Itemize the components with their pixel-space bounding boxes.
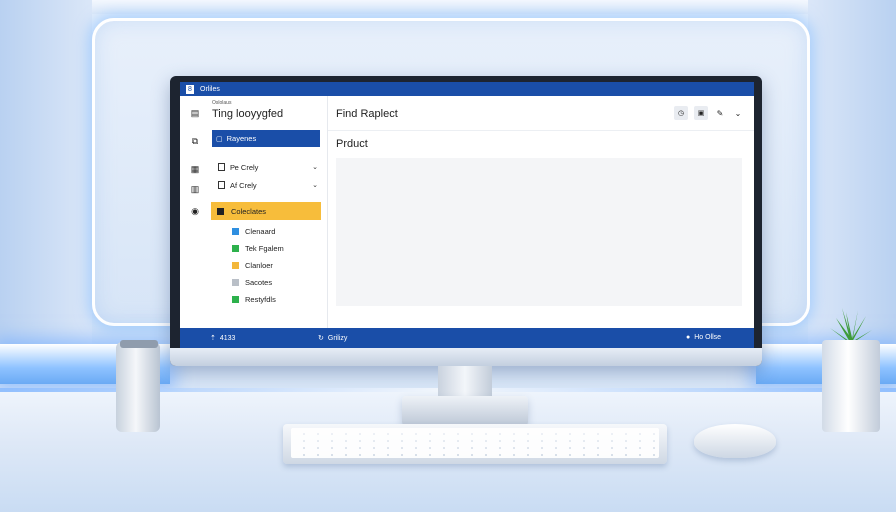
sidebar-item-label: Rayenes <box>226 134 257 143</box>
table-icon[interactable]: ▦ <box>190 164 200 174</box>
sidebar-item-label: Af Crely <box>230 180 257 190</box>
main-panel: Find Raplect ◷ ▣ ✎ ⌄ Prduct <box>328 96 754 328</box>
sidebar-subitem[interactable]: Tek Fgalem <box>232 241 322 255</box>
save-icon[interactable]: ▣ <box>694 106 708 120</box>
sidebar-heading: Ting lооyygfed <box>212 108 284 120</box>
edit-icon[interactable]: ✎ <box>714 106 726 120</box>
status-left: ⇡ 4133 <box>210 334 236 343</box>
keyboard-keys <box>291 428 659 458</box>
ceiling <box>0 0 896 14</box>
sidebar-subitem-label: Restyfdls <box>245 294 276 304</box>
sidebar-dropdown-2[interactable]: Af Crely ⌄ <box>218 178 318 192</box>
icon-rail: ▤ ⧉ ▦ ▥ ◉ <box>180 96 208 328</box>
title-bar: 8 Orliles <box>180 82 754 96</box>
cup-lid <box>120 340 158 348</box>
left-wall <box>0 0 92 360</box>
plant-icon <box>830 308 872 344</box>
status-right-text: Ho Ollse <box>694 334 722 341</box>
sidebar-item-selected[interactable]: ▢ Rayenes <box>212 130 320 147</box>
divider <box>328 130 754 131</box>
sidebar-dropdown-1[interactable]: Ре Crely ⌄ <box>218 160 318 174</box>
square-icon <box>217 207 224 215</box>
sidebar-subitem[interactable]: Clanloer <box>232 258 322 272</box>
chevron-down-icon: ⌄ <box>312 182 318 189</box>
content-area[interactable] <box>336 158 742 306</box>
status-bar: ⇡ 4133 ↻ Grilizy ● Ho Ollse <box>180 328 754 348</box>
color-swatch-icon <box>232 227 239 235</box>
chevron-down-icon: ⌄ <box>312 164 318 171</box>
chevron-down-icon[interactable]: ⌄ <box>732 106 744 120</box>
document-icon[interactable]: ▥ <box>190 184 200 194</box>
sidebar: Oslolaus Ting lооyygfed ▢ Rayenes Ре Cre… <box>208 96 328 328</box>
screen: 8 Orliles ▤ ⧉ ▦ ▥ ◉ Oslolaus Ting lооyyg… <box>180 82 754 348</box>
checkbox-icon <box>218 181 225 189</box>
pin-icon: ⇡ <box>210 335 216 342</box>
color-swatch-icon <box>232 278 239 286</box>
monitor-stand-base <box>402 396 528 426</box>
sidebar-subitem-label: Tek Fgalem <box>245 243 284 253</box>
folder-icon: ▢ <box>216 135 223 143</box>
sidebar-subitem[interactable]: Sacotes <box>232 275 322 289</box>
sidebar-item-highlighted[interactable]: Coleclates <box>211 202 321 220</box>
settings-icon[interactable]: ◉ <box>190 206 200 216</box>
grid-icon[interactable]: ▤ <box>190 108 200 118</box>
app-body: ▤ ⧉ ▦ ▥ ◉ Oslolaus Ting lооyygfed ▢ Raye… <box>180 96 754 328</box>
section-label: Prduct <box>336 138 368 150</box>
plant-pot <box>822 340 880 432</box>
color-swatch-icon <box>232 295 239 303</box>
status-left-text: 4133 <box>219 334 236 342</box>
status-middle[interactable]: ↻ Grilizy <box>318 334 348 343</box>
circle-icon: ● <box>686 334 691 341</box>
page-title: Find Raplect <box>336 108 398 120</box>
color-swatch-icon <box>232 244 239 252</box>
monitor-chin <box>170 348 762 366</box>
sidebar-subitem-label: Clenaard <box>245 226 276 236</box>
page-icon[interactable]: ⧉ <box>190 136 200 146</box>
window-title: Orliles <box>200 85 220 93</box>
status-middle-text: Grilizy <box>327 334 348 342</box>
status-right[interactable]: ● Ho Ollse <box>686 334 721 341</box>
sidebar-item-label: Ре Crely <box>230 162 259 172</box>
sidebar-subitem[interactable]: Clenaard <box>232 224 322 238</box>
sidebar-subitem-label: Clanloer <box>245 260 273 270</box>
keyboard <box>283 424 667 464</box>
checkbox-icon <box>218 163 225 171</box>
app-icon: 8 <box>186 84 194 94</box>
mouse <box>694 424 776 458</box>
sidebar-item-label: Coleclates <box>231 206 267 216</box>
sidebar-caption: Oslolaus <box>212 100 232 106</box>
monitor-stand-neck <box>438 366 492 398</box>
history-icon[interactable]: ◷ <box>674 106 688 120</box>
monitor: 8 Orliles ▤ ⧉ ▦ ▥ ◉ Oslolaus Ting lооyyg… <box>170 76 762 366</box>
toolbar: ◷ ▣ ✎ ⌄ <box>674 106 744 120</box>
sidebar-subitem[interactable]: Restyfdls <box>232 292 322 306</box>
sidebar-subitem-label: Sacotes <box>245 277 273 287</box>
sync-icon: ↻ <box>318 335 324 342</box>
color-swatch-icon <box>232 261 239 269</box>
cup <box>116 342 160 432</box>
